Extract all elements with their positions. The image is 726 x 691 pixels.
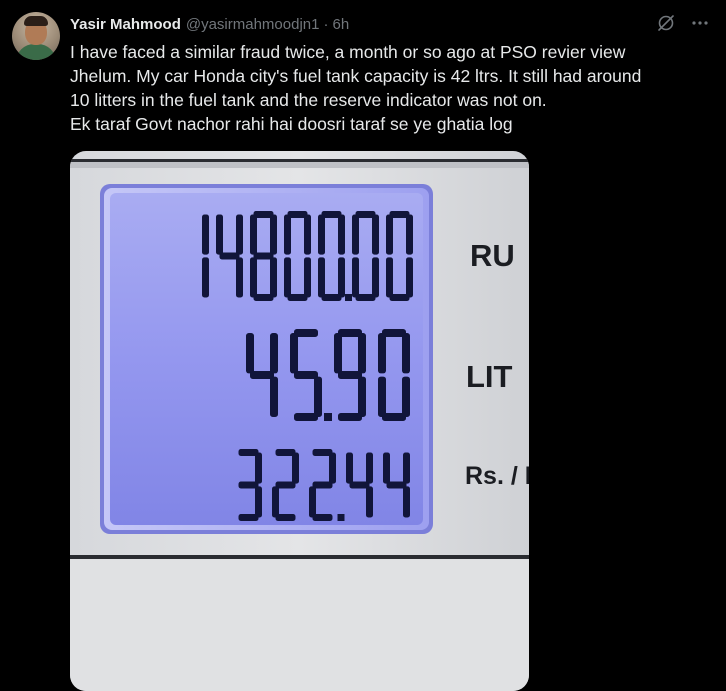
tweet-text-line: 10 litters in the fuel tank and the rese…	[70, 90, 547, 110]
amount-segment	[304, 214, 311, 255]
amount-segment	[216, 214, 223, 255]
amount-segment	[338, 214, 345, 255]
rate-segment	[292, 452, 299, 484]
litres-segment	[358, 376, 366, 417]
litres-decimal-point	[324, 413, 332, 421]
amount-segment	[253, 252, 274, 260]
amount-segment	[202, 214, 209, 255]
avatar-hair	[24, 16, 48, 26]
tweet-text-line: I have faced a similar fraud twice, a mo…	[70, 42, 626, 62]
tweet-photo[interactable]: RU LIT Rs. / L	[70, 151, 529, 691]
amount-segment	[236, 257, 243, 298]
label-litres: LIT	[466, 359, 513, 394]
author-name[interactable]: Yasir Mahmood	[70, 16, 181, 33]
amount-segment	[250, 257, 257, 298]
author-handle[interactable]: @yasirmahmoodjn1	[186, 16, 320, 33]
tweet-text-line: Ek taraf Govt nachor rahi hai doosri tar…	[70, 114, 513, 134]
rate-segment	[366, 486, 373, 518]
fuel-dispenser-photo: RU LIT Rs. / L	[70, 151, 529, 691]
rate-segment	[238, 514, 259, 521]
litres-segment	[270, 333, 278, 374]
tweet-text-line: Jhelum. My car Honda city's fuel tank ca…	[70, 66, 642, 86]
top-divider	[70, 159, 529, 162]
litres-segment	[294, 413, 318, 421]
tweet-time[interactable]: 6h	[332, 16, 349, 33]
litres-segment	[402, 333, 410, 374]
tweet[interactable]: Yasir Mahmood @yasirmahmoodjn1 · 6h I ha…	[0, 0, 726, 691]
slashed-circle-icon[interactable]	[656, 13, 676, 33]
label-rupees: RU	[470, 238, 515, 273]
amount-segment	[352, 214, 359, 255]
tweet-actions-top	[656, 13, 710, 33]
litres-segment	[402, 376, 410, 417]
rate-segment	[366, 452, 373, 484]
amount-segment	[386, 214, 393, 255]
rate-segment	[329, 452, 336, 484]
separator-dot: ·	[323, 15, 329, 33]
label-rate: Rs. / L	[465, 462, 529, 490]
tweet-header: Yasir Mahmood @yasirmahmoodjn1 · 6h	[70, 13, 349, 35]
rate-segment	[272, 486, 279, 518]
amount-segment	[386, 257, 393, 298]
amount-segment	[284, 214, 291, 255]
rate-segment	[346, 452, 353, 484]
amount-segment	[372, 214, 379, 255]
amount-segment	[284, 257, 291, 298]
litres-segment	[378, 376, 386, 417]
amount-segment	[202, 257, 209, 298]
rate-segment	[255, 486, 262, 518]
litres-segment	[246, 333, 254, 374]
bottom-divider	[70, 555, 529, 559]
rate-segment	[275, 514, 296, 521]
amount-segment	[372, 257, 379, 298]
litres-segment	[358, 333, 366, 374]
rate-segment	[403, 486, 410, 518]
amount-segment	[406, 257, 413, 298]
amount-segment	[406, 214, 413, 255]
rate-segment	[383, 452, 390, 484]
more-horizontal-icon[interactable]	[690, 13, 710, 33]
litres-segment	[378, 333, 386, 374]
amount-decimal-point	[345, 294, 352, 301]
amount-segment	[318, 257, 325, 298]
rate-segment	[309, 486, 316, 518]
avatar[interactable]	[12, 12, 60, 60]
amount-segment	[270, 257, 277, 298]
litres-segment	[338, 413, 362, 421]
litres-segment	[294, 371, 318, 379]
avatar-shirt	[16, 44, 56, 60]
amount-segment	[236, 214, 243, 255]
litres-segment	[338, 371, 362, 379]
amount-segment	[270, 214, 277, 255]
rate-decimal-point	[337, 514, 345, 521]
rate-segment	[255, 452, 262, 484]
litres-segment	[334, 333, 342, 374]
litres-segment	[250, 371, 274, 379]
amount-segment	[250, 214, 257, 255]
amount-segment	[304, 257, 311, 298]
amount-segment	[338, 257, 345, 298]
litres-segment	[314, 376, 322, 417]
litres-segment	[270, 376, 278, 417]
amount-segment	[352, 257, 359, 298]
tweet-text: I have faced a similar fraud twice, a mo…	[70, 40, 710, 136]
amount-segment	[318, 214, 325, 255]
litres-segment	[290, 333, 298, 374]
rate-segment	[403, 452, 410, 484]
rate-segment	[312, 514, 333, 521]
